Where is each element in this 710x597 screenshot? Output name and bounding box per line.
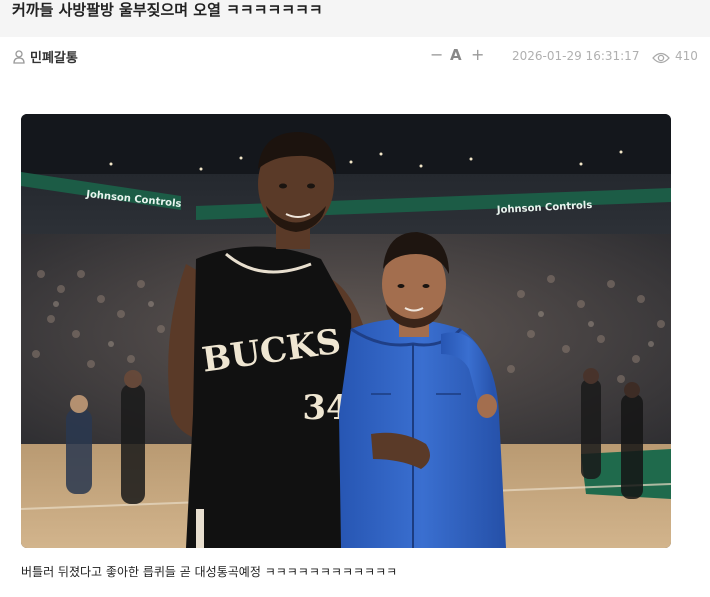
post-title-bar: 커까들 사방팔방 울부짖으며 오열 ㅋㅋㅋㅋㅋㅋㅋ: [0, 0, 710, 37]
person-icon: [13, 50, 25, 64]
post-date: 2026-01-29 16:31:17: [512, 49, 640, 63]
post-photo: Johnson Controls Johnson Controls BUCKS: [21, 114, 671, 548]
post-meta-row: 민폐갈통 − A + 2026-01-29 16:31:17 410: [0, 44, 710, 70]
font-decrease-button[interactable]: −: [430, 45, 443, 64]
author-name[interactable]: 민폐갈통: [30, 47, 78, 66]
post-title: 커까들 사방팔방 울부짖으며 오열 ㅋㅋㅋㅋㅋㅋㅋ: [12, 1, 323, 19]
arena-photo-illustration: Johnson Controls Johnson Controls BUCKS: [21, 114, 671, 548]
post-caption: 버틀러 뒤졌다고 좋아한 릅퀴들 곧 대성통곡예정 ㅋㅋㅋㅋㅋㅋㅋㅋㅋㅋㅋㅋ: [21, 565, 398, 579]
font-size-label: A: [450, 46, 462, 64]
view-count: 410: [675, 49, 698, 63]
font-increase-button[interactable]: +: [471, 45, 484, 64]
eye-icon: [652, 52, 670, 64]
